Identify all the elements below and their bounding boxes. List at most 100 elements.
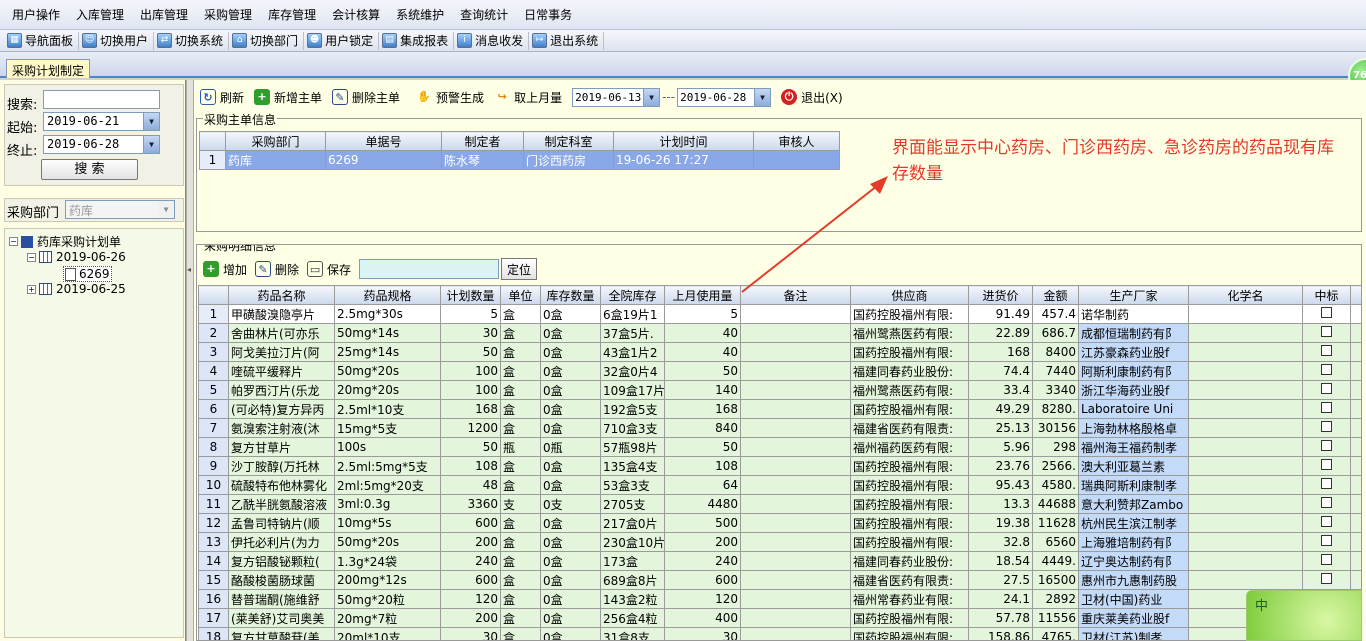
end-date-field[interactable]: 2019-06-28 ▼ xyxy=(43,135,160,154)
bid-checkbox-cell[interactable] xyxy=(1302,532,1351,552)
panel-splitter[interactable]: ◂ xyxy=(186,80,194,641)
bid-checkbox[interactable] xyxy=(1321,516,1332,527)
table-cell[interactable]: 喹硫平缓释片 xyxy=(228,361,335,381)
table-cell[interactable]: 20mg*20s xyxy=(334,380,441,400)
table-cell[interactable] xyxy=(1350,361,1361,381)
bid-checkbox-cell[interactable] xyxy=(1302,494,1351,514)
table-row[interactable]: 6 (可必特)复方异丙 2.5ml*10支 168 盒 0盒 192盒5支 168 国药控股福州… xyxy=(198,399,1361,419)
table-cell[interactable]: 32盒0片4 xyxy=(600,361,665,381)
bid-checkbox[interactable] xyxy=(1321,440,1332,451)
save-button[interactable]: ▭ 保存 xyxy=(307,261,351,278)
menu-accounting[interactable]: 会计核算 xyxy=(324,6,388,23)
new-master-button[interactable]: + 新增主单 xyxy=(254,89,322,106)
table-cell[interactable]: 7440 xyxy=(1032,361,1079,381)
bid-checkbox[interactable] xyxy=(1321,364,1332,375)
table-cell[interactable]: 3360 xyxy=(440,494,501,514)
table-cell[interactable]: 瑞典阿斯利康制孝 xyxy=(1078,475,1189,495)
table-cell[interactable]: 2.5ml:5mg*5支 xyxy=(334,456,441,476)
table-cell[interactable] xyxy=(740,513,851,533)
table-cell[interactable]: 8280. xyxy=(1032,399,1079,419)
table-cell[interactable]: 0盒 xyxy=(540,456,601,476)
table-cell[interactable] xyxy=(1350,494,1361,514)
table-row[interactable]: 9 沙丁胺醇(万托林 2.5ml:5mg*5支 108 盒 0盒 135盒4支 108 国药控股… xyxy=(198,456,1361,476)
table-cell[interactable]: 20mg*7粒 xyxy=(334,608,441,628)
table-row[interactable]: 13 伊托必利片(为力 50mg*20s 200 盒 0盒 230盒10片 200 国药控股福州… xyxy=(198,532,1361,552)
table-row[interactable]: 18 复方甘草酸苷(美 20ml*10支 30 盒 0盒 31盒8支 30 国药控股福州有限: 1… xyxy=(198,627,1361,640)
table-cell[interactable]: 阿斯利康制药有阝 xyxy=(1078,361,1189,381)
table-cell[interactable]: 50mg*20s xyxy=(334,361,441,381)
menu-stock-out[interactable]: 出库管理 xyxy=(132,6,196,23)
table-cell[interactable] xyxy=(1350,551,1361,571)
table-cell[interactable]: 240 xyxy=(664,551,741,571)
table-cell[interactable]: 192盒5支 xyxy=(600,399,665,419)
table-row[interactable]: 1 药库 6269 陈水琴 门诊西药房 19-06-26 17:27 xyxy=(199,150,840,170)
expand-icon[interactable]: + xyxy=(27,284,36,294)
table-cell[interactable]: 50 xyxy=(440,437,501,457)
bid-checkbox[interactable] xyxy=(1321,421,1332,432)
table-cell[interactable]: 孟鲁司特钠片(顺 xyxy=(228,513,335,533)
table-cell[interactable]: 4449. xyxy=(1032,551,1079,571)
table-row[interactable]: 12 孟鲁司特钠片(顺 10mg*5s 600 盒 0盒 217盒0片 500 国药控股福州有限… xyxy=(198,513,1361,533)
toolbar-switch-department[interactable]: ⌂ 切换部门 xyxy=(229,31,305,50)
table-cell[interactable]: 盒 xyxy=(500,513,541,533)
table-cell[interactable]: 710盒3支 xyxy=(600,418,665,438)
table-cell[interactable]: 2ml:5mg*20支 xyxy=(334,475,441,495)
table-cell[interactable] xyxy=(1188,399,1303,419)
table-cell[interactable]: 硫酸特布他林雾化 xyxy=(228,475,335,495)
bid-checkbox[interactable] xyxy=(1321,497,1332,508)
bid-checkbox-cell[interactable] xyxy=(1302,361,1351,381)
table-cell[interactable]: 143盒2粒 xyxy=(600,589,665,609)
table-cell[interactable]: 国药控股福州有限: xyxy=(850,513,969,533)
bid-checkbox-cell[interactable] xyxy=(1302,418,1351,438)
table-cell[interactable] xyxy=(740,323,851,343)
table-cell[interactable]: 168 xyxy=(440,399,501,419)
table-cell[interactable]: 256盒4粒 xyxy=(600,608,665,628)
table-cell[interactable]: 2.5mg*30s xyxy=(334,304,441,324)
table-cell[interactable]: 0盒 xyxy=(540,323,601,343)
toolbar-exit[interactable]: ↦ 退出系统 xyxy=(529,31,605,50)
table-cell[interactable]: 298 xyxy=(1032,437,1079,457)
table-cell[interactable]: 74.4 xyxy=(968,361,1033,381)
table-cell[interactable]: 200 xyxy=(440,532,501,552)
table-cell[interactable] xyxy=(740,494,851,514)
bid-checkbox-cell[interactable] xyxy=(1302,456,1351,476)
table-cell[interactable]: 盒 xyxy=(500,456,541,476)
table-cell[interactable] xyxy=(1188,342,1303,362)
table-cell[interactable]: 600 xyxy=(664,570,741,590)
table-cell[interactable]: 135盒4支 xyxy=(600,456,665,476)
table-cell[interactable] xyxy=(1350,304,1361,324)
table-cell[interactable]: 0支 xyxy=(540,494,601,514)
bid-checkbox-cell[interactable] xyxy=(1302,342,1351,362)
table-cell[interactable]: 4580. xyxy=(1032,475,1079,495)
table-cell[interactable]: 5 xyxy=(664,304,741,324)
table-row[interactable]: 2 舍曲林片(可亦乐 50mg*14s 30 盒 0盒 37盒5片. 40 福州鹭燕医药有限: 2… xyxy=(198,323,1361,343)
table-cell[interactable]: 盒 xyxy=(500,323,541,343)
tree-leaf-6269[interactable]: 6269 xyxy=(63,266,112,282)
bid-checkbox-cell[interactable] xyxy=(1302,475,1351,495)
table-cell[interactable]: 50 xyxy=(440,342,501,362)
table-cell[interactable] xyxy=(1350,475,1361,495)
table-cell[interactable]: 24.1 xyxy=(968,589,1033,609)
table-cell[interactable]: 600 xyxy=(440,570,501,590)
table-cell[interactable] xyxy=(740,551,851,571)
table-cell[interactable]: 50mg*14s xyxy=(334,323,441,343)
bid-checkbox-cell[interactable] xyxy=(1302,570,1351,590)
table-cell[interactable] xyxy=(1350,437,1361,457)
department-select[interactable]: 药库 ▼ xyxy=(65,200,175,219)
table-cell[interactable]: 57瓶98片 xyxy=(600,437,665,457)
table-cell[interactable]: 福州海王福药制孝 xyxy=(1078,437,1189,457)
locate-button[interactable]: 定位 xyxy=(501,258,538,280)
table-cell[interactable]: 33.4 xyxy=(968,380,1033,400)
table-cell[interactable]: 盒 xyxy=(500,342,541,362)
table-cell[interactable]: 40 xyxy=(664,342,741,362)
table-cell[interactable] xyxy=(740,380,851,400)
table-cell[interactable]: 盒 xyxy=(500,475,541,495)
table-row[interactable]: 15 酪酸梭菌肠球菌 200mg*12s 600 盒 0盒 689盒8片 600 福建省医药有限… xyxy=(198,570,1361,590)
table-cell[interactable]: 50mg*20粒 xyxy=(334,589,441,609)
table-cell[interactable]: 盒 xyxy=(500,418,541,438)
table-cell[interactable] xyxy=(1188,437,1303,457)
table-cell[interactable]: 400 xyxy=(664,608,741,628)
table-cell[interactable]: 瓶 xyxy=(500,437,541,457)
table-cell[interactable]: 复方铝酸铋颗粒( xyxy=(228,551,335,571)
table-cell[interactable]: 福州福药医药有限: xyxy=(850,437,969,457)
